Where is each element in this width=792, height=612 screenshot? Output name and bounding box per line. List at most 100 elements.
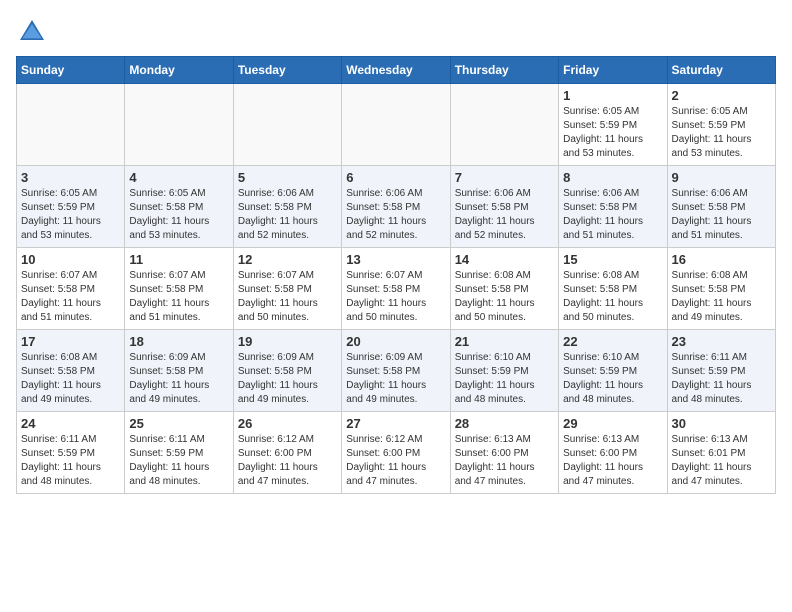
calendar-cell: 23 Sunrise: 6:11 AM Sunset: 5:59 PM Dayli… [667, 330, 775, 412]
calendar-cell: 4 Sunrise: 6:05 AM Sunset: 5:58 PM Daylig… [125, 166, 233, 248]
day-info: Sunrise: 6:05 AM Sunset: 5:58 PM Dayligh… [129, 187, 228, 243]
day-info: Sunrise: 6:06 AM Sunset: 5:58 PM Dayligh… [346, 187, 445, 243]
calendar-cell [342, 84, 450, 166]
logo-icon [16, 16, 48, 48]
calendar-week-row: 17 Sunrise: 6:08 AM Sunset: 5:58 PM Dayli… [17, 330, 776, 412]
day-info: Sunrise: 6:09 AM Sunset: 5:58 PM Dayligh… [346, 351, 445, 407]
day-number: 28 [455, 416, 554, 431]
day-number: 10 [21, 252, 120, 267]
calendar-cell: 19 Sunrise: 6:09 AM Sunset: 5:58 PM Dayli… [233, 330, 341, 412]
day-info: Sunrise: 6:10 AM Sunset: 5:59 PM Dayligh… [563, 351, 662, 407]
page-header [16, 16, 776, 48]
calendar-cell [233, 84, 341, 166]
calendar-cell: 8 Sunrise: 6:06 AM Sunset: 5:58 PM Daylig… [559, 166, 667, 248]
day-info: Sunrise: 6:08 AM Sunset: 5:58 PM Dayligh… [563, 269, 662, 325]
day-number: 11 [129, 252, 228, 267]
calendar-cell: 24Sunrise: 6:11 AM Sunset: 5:59 PM Dayli… [17, 412, 125, 494]
day-number: 5 [238, 170, 337, 185]
calendar-week-row: 1Sunrise: 6:05 AM Sunset: 5:59 PM Daylig… [17, 84, 776, 166]
calendar-cell: 27 Sunrise: 6:12 AM Sunset: 6:00 PM Dayli… [342, 412, 450, 494]
calendar-cell: 11 Sunrise: 6:07 AM Sunset: 5:58 PM Dayli… [125, 248, 233, 330]
day-number: 19 [238, 334, 337, 349]
calendar-day-header: Saturday [667, 57, 775, 84]
day-number: 8 [563, 170, 662, 185]
calendar-week-row: 24 Sunrise: 6:11 AM Sunset: 5:59 PM Dayli… [17, 412, 776, 494]
day-info: Sunrise: 6:11 AM Sunset: 5:59 PM Dayligh… [672, 351, 771, 407]
calendar-cell [125, 84, 233, 166]
calendar-cell: 2 Sunrise: 6:05 AM Sunset: 5:59 PM Daylig… [667, 84, 775, 166]
calendar-cell: 6 Sunrise: 6:06 AM Sunset: 5:58 PM Daylig… [342, 166, 450, 248]
calendar-cell: 1Sunrise: 6:05 AM Sunset: 5:59 PM Daylig… [559, 84, 667, 166]
day-info: Sunrise: 6:10 AM Sunset: 5:59 PM Dayligh… [455, 351, 554, 407]
day-number: 30 [672, 416, 771, 431]
day-number: 14 [455, 252, 554, 267]
day-number: 9 [672, 170, 771, 185]
day-number: 13 [346, 252, 445, 267]
day-number: 22 [563, 334, 662, 349]
day-number: 23 [672, 334, 771, 349]
day-info: Sunrise: 6:07 AM Sunset: 5:58 PM Dayligh… [346, 269, 445, 325]
calendar-cell: 20 Sunrise: 6:09 AM Sunset: 5:58 PM Dayli… [342, 330, 450, 412]
day-info: Sunrise: 6:08 AM Sunset: 5:58 PM Dayligh… [455, 269, 554, 325]
calendar-cell: 14 Sunrise: 6:08 AM Sunset: 5:58 PM Dayli… [450, 248, 558, 330]
day-number: 15 [563, 252, 662, 267]
calendar-day-header: Tuesday [233, 57, 341, 84]
day-number: 12 [238, 252, 337, 267]
day-info: Sunrise: 6:13 AM Sunset: 6:01 PM Dayligh… [672, 433, 771, 489]
calendar-cell: 29 Sunrise: 6:13 AM Sunset: 6:00 PM Dayli… [559, 412, 667, 494]
calendar-cell [17, 84, 125, 166]
day-info: Sunrise: 6:06 AM Sunset: 5:58 PM Dayligh… [238, 187, 337, 243]
calendar-day-header: Thursday [450, 57, 558, 84]
calendar-cell: 3 Sunrise: 6:05 AM Sunset: 5:59 PM Daylig… [17, 166, 125, 248]
calendar-cell: 15 Sunrise: 6:08 AM Sunset: 5:58 PM Dayli… [559, 248, 667, 330]
calendar-day-header: Friday [559, 57, 667, 84]
day-info: Sunrise: 6:05 AM Sunset: 5:59 PM Dayligh… [563, 105, 662, 161]
day-info: Sunrise: 6:13 AM Sunset: 6:00 PM Dayligh… [455, 433, 554, 489]
calendar-cell: 7Sunrise: 6:06 AM Sunset: 5:58 PM Daylig… [450, 166, 558, 248]
day-number: 27 [346, 416, 445, 431]
day-info: Sunrise: 6:12 AM Sunset: 6:00 PM Dayligh… [346, 433, 445, 489]
calendar-cell: 13 Sunrise: 6:07 AM Sunset: 5:58 PM Dayli… [342, 248, 450, 330]
calendar-cell: 22 Sunrise: 6:10 AM Sunset: 5:59 PM Dayli… [559, 330, 667, 412]
calendar-cell: 26 Sunrise: 6:12 AM Sunset: 6:00 PM Dayli… [233, 412, 341, 494]
calendar-cell: 30 Sunrise: 6:13 AM Sunset: 6:01 PM Dayli… [667, 412, 775, 494]
day-info: Sunrise: 6:05 AM Sunset: 5:59 PM Dayligh… [21, 187, 120, 243]
calendar-cell [450, 84, 558, 166]
calendar-cell: 10 Sunrise: 6:07 AM Sunset: 5:58 PM Dayli… [17, 248, 125, 330]
day-info: Sunrise: 6:09 AM Sunset: 5:58 PM Dayligh… [238, 351, 337, 407]
day-info: Sunrise: 6:11 AM Sunset: 5:59 PM Dayligh… [129, 433, 228, 489]
day-info: Sunrise: 6:07 AM Sunset: 5:58 PM Dayligh… [21, 269, 120, 325]
day-info: Sunrise: 6:07 AM Sunset: 5:58 PM Dayligh… [129, 269, 228, 325]
calendar-week-row: 10 Sunrise: 6:07 AM Sunset: 5:58 PM Dayli… [17, 248, 776, 330]
calendar-cell: 25Sunrise: 6:11 AM Sunset: 5:59 PM Dayli… [125, 412, 233, 494]
day-number: 20 [346, 334, 445, 349]
day-number: 26 [238, 416, 337, 431]
day-number: 16 [672, 252, 771, 267]
calendar-table: SundayMondayTuesdayWednesdayThursdayFrid… [16, 56, 776, 494]
day-number: 6 [346, 170, 445, 185]
day-info: Sunrise: 6:08 AM Sunset: 5:58 PM Dayligh… [672, 269, 771, 325]
calendar-cell: 5 Sunrise: 6:06 AM Sunset: 5:58 PM Daylig… [233, 166, 341, 248]
calendar-cell: 9 Sunrise: 6:06 AM Sunset: 5:58 PM Daylig… [667, 166, 775, 248]
calendar-cell: 21 Sunrise: 6:10 AM Sunset: 5:59 PM Dayli… [450, 330, 558, 412]
day-number: 3 [21, 170, 120, 185]
day-number: 21 [455, 334, 554, 349]
calendar-week-row: 3 Sunrise: 6:05 AM Sunset: 5:59 PM Daylig… [17, 166, 776, 248]
calendar-cell: 16 Sunrise: 6:08 AM Sunset: 5:58 PM Dayli… [667, 248, 775, 330]
day-info: Sunrise: 6:12 AM Sunset: 6:00 PM Dayligh… [238, 433, 337, 489]
calendar-cell: 28 Sunrise: 6:13 AM Sunset: 6:00 PM Dayli… [450, 412, 558, 494]
day-number: 24 [21, 416, 120, 431]
calendar-header-row: SundayMondayTuesdayWednesdayThursdayFrid… [17, 57, 776, 84]
day-number: 29 [563, 416, 662, 431]
day-number: 17 [21, 334, 120, 349]
calendar-day-header: Monday [125, 57, 233, 84]
day-info: Sunrise: 6:06 AM Sunset: 5:58 PM Dayligh… [672, 187, 771, 243]
day-info: Sunrise: 6:06 AM Sunset: 5:58 PM Dayligh… [563, 187, 662, 243]
day-info: Sunrise: 6:07 AM Sunset: 5:58 PM Dayligh… [238, 269, 337, 325]
day-info: Sunrise: 6:06 AM Sunset: 5:58 PM Dayligh… [455, 187, 554, 243]
day-number: 4 [129, 170, 228, 185]
day-number: 2 [672, 88, 771, 103]
day-info: Sunrise: 6:05 AM Sunset: 5:59 PM Dayligh… [672, 105, 771, 161]
day-info: Sunrise: 6:08 AM Sunset: 5:58 PM Dayligh… [21, 351, 120, 407]
day-info: Sunrise: 6:13 AM Sunset: 6:00 PM Dayligh… [563, 433, 662, 489]
